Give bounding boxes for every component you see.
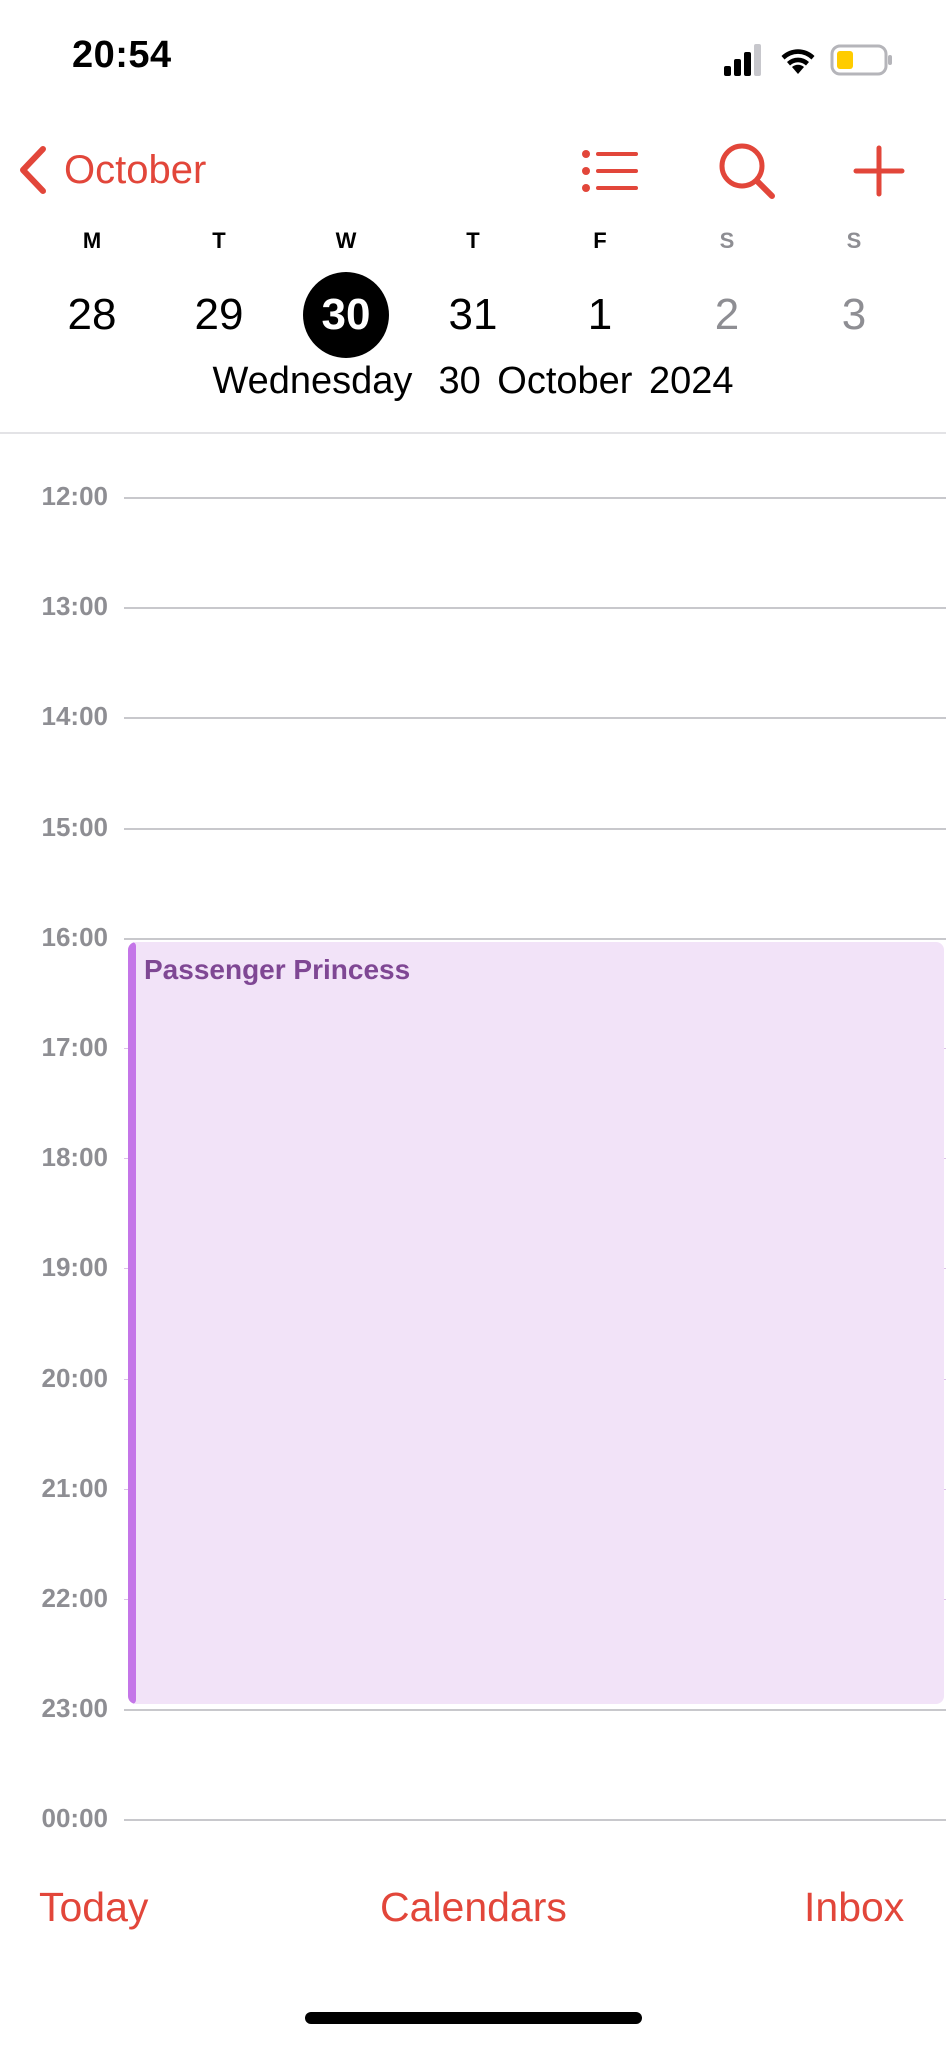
hour-label: 20:00 <box>41 1363 109 1393</box>
calendars-button[interactable]: Calendars <box>380 1884 567 1931</box>
weekday-label: S <box>846 228 862 253</box>
hour-gridline <box>124 828 946 830</box>
back-to-month-button[interactable]: October <box>18 140 206 200</box>
day-selected[interactable]: 30 <box>303 272 389 358</box>
status-icons <box>722 40 902 80</box>
list-icon <box>582 150 638 192</box>
cellular-signal-icon <box>724 44 761 76</box>
hour-gridline <box>124 1709 946 1711</box>
weekday-label: W <box>335 228 357 253</box>
day-number[interactable]: 3 <box>811 272 897 358</box>
add-event-button[interactable] <box>846 138 912 204</box>
battery-icon <box>830 44 892 76</box>
event-block[interactable]: Passenger Princess <box>128 942 944 1704</box>
hour-gridline <box>124 717 946 719</box>
hour-label: 16:00 <box>41 922 109 952</box>
hour-label: 23:00 <box>41 1693 109 1723</box>
hour-gridline <box>124 497 946 499</box>
weekday-label: F <box>593 228 607 253</box>
hour-gridline <box>124 607 946 609</box>
search-icon <box>719 143 775 199</box>
hour-label: 15:00 <box>41 812 109 842</box>
hour-label: 00:00 <box>41 1803 109 1833</box>
plus-icon <box>853 145 905 197</box>
list-view-button[interactable] <box>576 138 642 204</box>
selected-date-caption: Wednesday 30 October 2024 <box>0 360 946 403</box>
day-number[interactable]: 2 <box>684 272 770 358</box>
search-button[interactable] <box>714 138 780 204</box>
hour-label: 22:00 <box>41 1583 109 1613</box>
calendar-day-view: 20:54 October M T W T F S S 28 29 30 31 … <box>0 0 946 2048</box>
day-number[interactable]: 1 <box>557 272 643 358</box>
event-title: Passenger Princess <box>144 954 411 985</box>
inbox-button[interactable]: Inbox <box>804 1884 904 1931</box>
hour-label: 12:00 <box>41 481 109 511</box>
wifi-icon <box>781 49 815 74</box>
selected-date: 30 October 2024 <box>438 360 734 402</box>
status-time: 20:54 <box>72 34 172 76</box>
day-number[interactable]: 29 <box>176 272 262 358</box>
home-indicator <box>305 2012 642 2024</box>
hour-label: 21:00 <box>41 1473 109 1503</box>
today-button[interactable]: Today <box>39 1884 148 1931</box>
day-number[interactable]: 28 <box>49 272 135 358</box>
event-color-bar <box>128 942 136 1704</box>
day-number[interactable]: 31 <box>430 272 516 358</box>
weekday-label: T <box>212 228 226 253</box>
hour-gridline <box>124 938 946 940</box>
chevron-left-icon <box>20 146 46 194</box>
hour-label: 14:00 <box>41 701 109 731</box>
weekday-label: M <box>82 228 102 253</box>
selected-weekday: Wednesday <box>212 360 413 402</box>
weekday-label: S <box>719 228 735 253</box>
hour-label: 17:00 <box>41 1032 109 1062</box>
weekday-label: T <box>466 228 480 253</box>
hour-label: 18:00 <box>41 1142 109 1172</box>
header-divider <box>0 432 946 434</box>
hour-label: 19:00 <box>41 1252 109 1282</box>
back-label: October <box>64 147 207 192</box>
hour-label: 13:00 <box>41 591 109 621</box>
hour-gridline <box>124 1819 946 1821</box>
